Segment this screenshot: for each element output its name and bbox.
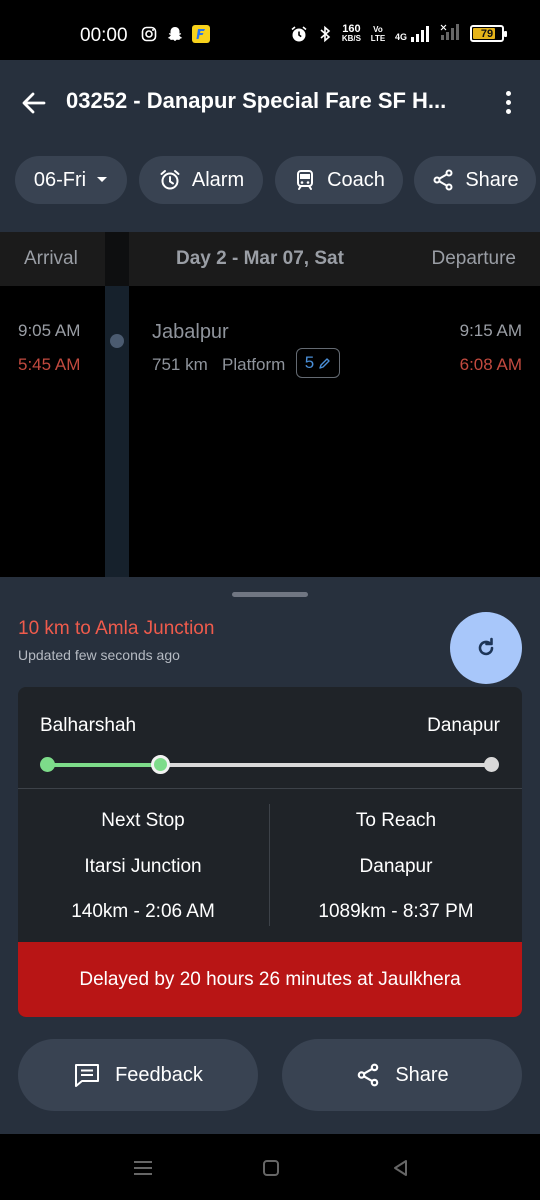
back-button[interactable]	[18, 87, 50, 119]
to-reach-label: To Reach	[355, 810, 437, 831]
actual-departure: 6:08 AM	[459, 355, 522, 374]
station-dot	[110, 334, 124, 348]
more-vert-icon-dot	[505, 108, 511, 114]
train-title: 03252 - Danapur Special Fare SF H...	[66, 88, 447, 113]
back-triangle-icon	[394, 1160, 407, 1176]
alarm-chip[interactable]: Alarm	[139, 156, 263, 204]
back-arrow-icon	[22, 92, 46, 114]
origin-station: Balharshah	[40, 715, 137, 736]
flipkart-icon	[192, 25, 210, 43]
alarm-clock-icon	[290, 25, 308, 43]
platform-number: 5	[304, 353, 315, 372]
date-chip-label: 06-Fri	[33, 168, 87, 191]
next-stop-station: Itarsi Junction	[84, 856, 202, 877]
feedback-button[interactable]: Feedback	[18, 1039, 258, 1111]
date-selector-chip[interactable]: 06-Fri	[15, 156, 127, 204]
distance-to-next: 10 km to Amla Junction	[18, 618, 215, 639]
volte-indicator: Vo LTE	[370, 24, 386, 43]
signal-4g-icon: 4G	[395, 25, 432, 42]
next-stop-label: Next Stop	[101, 810, 185, 831]
to-reach-station: Danapur	[359, 856, 433, 877]
arrival-column-header: Arrival	[24, 248, 78, 269]
platform-edit-button[interactable]: 5	[296, 348, 340, 378]
sheet-drag-handle[interactable]	[232, 592, 308, 597]
last-updated: Updated few seconds ago	[18, 647, 180, 663]
delay-banner: Delayed by 20 hours 26 minutes at Jaulkh…	[18, 942, 522, 1017]
scheduled-arrival: 9:05 AM	[18, 321, 81, 340]
alarm-chip-label: Alarm	[191, 168, 245, 191]
current-position-marker	[151, 755, 170, 774]
to-reach-eta: 1089km - 8:37 PM	[318, 901, 474, 922]
coach-chip-label: Coach	[327, 168, 385, 191]
station-distance: 751 km	[152, 355, 208, 374]
share-icon	[358, 1063, 379, 1087]
origin-point	[40, 757, 55, 772]
network-speed: 160 KB/S	[341, 22, 361, 43]
instagram-icon	[140, 25, 158, 43]
station-name[interactable]: Jabalpur	[152, 321, 229, 344]
status-time: 00:00	[80, 25, 128, 46]
menu-lines-icon	[134, 1161, 152, 1175]
actual-arrival: 5:45 AM	[18, 355, 81, 374]
more-vert-icon	[505, 90, 511, 96]
notification-icons	[140, 25, 210, 43]
share-chip[interactable]: Share	[414, 156, 536, 204]
alarm-icon	[160, 170, 180, 190]
share-button[interactable]: Share	[282, 1039, 522, 1111]
timeline-header-gap	[105, 232, 129, 286]
system-status-icons: 160 KB/S Vo LTE 4G 79	[290, 22, 507, 43]
next-stop-eta: 140km - 2:06 AM	[71, 901, 215, 922]
coach-chip[interactable]: Coach	[275, 156, 403, 204]
more-vert-icon-dot	[505, 99, 511, 105]
share-chip-label: Share	[465, 168, 519, 191]
signal-sim2-icon	[440, 24, 462, 43]
destination-point	[484, 757, 499, 772]
share-icon	[433, 169, 453, 191]
share-label: Share	[395, 1063, 449, 1086]
refresh-icon	[478, 637, 494, 656]
destination-station: Danapur	[427, 715, 500, 736]
card-column-divider	[269, 804, 270, 926]
refresh-button[interactable]	[450, 612, 522, 684]
platform-label: Platform	[222, 355, 286, 374]
departure-column-header: Departure	[431, 248, 517, 269]
bluetooth-icon	[316, 25, 334, 43]
train-icon	[297, 170, 314, 190]
battery-icon: 79	[470, 25, 507, 42]
dropdown-arrow-icon	[97, 177, 108, 182]
feedback-icon	[75, 1064, 100, 1087]
day-header: Day 2 - Mar 07, Sat	[176, 248, 344, 269]
feedback-label: Feedback	[115, 1063, 203, 1086]
progress-completed	[48, 763, 160, 767]
home-button[interactable]	[259, 1156, 283, 1180]
battery-percent: 79	[480, 27, 494, 40]
card-divider	[18, 788, 522, 789]
scheduled-departure: 9:15 AM	[459, 321, 522, 340]
overflow-menu-button[interactable]	[494, 86, 522, 118]
back-nav-button[interactable]	[389, 1156, 413, 1180]
app-header	[0, 60, 540, 232]
pencil-icon	[319, 357, 330, 369]
snapchat-icon	[166, 25, 184, 43]
home-square-icon	[263, 1160, 279, 1176]
recent-apps-button[interactable]	[131, 1156, 155, 1180]
progress-remaining	[160, 763, 492, 767]
